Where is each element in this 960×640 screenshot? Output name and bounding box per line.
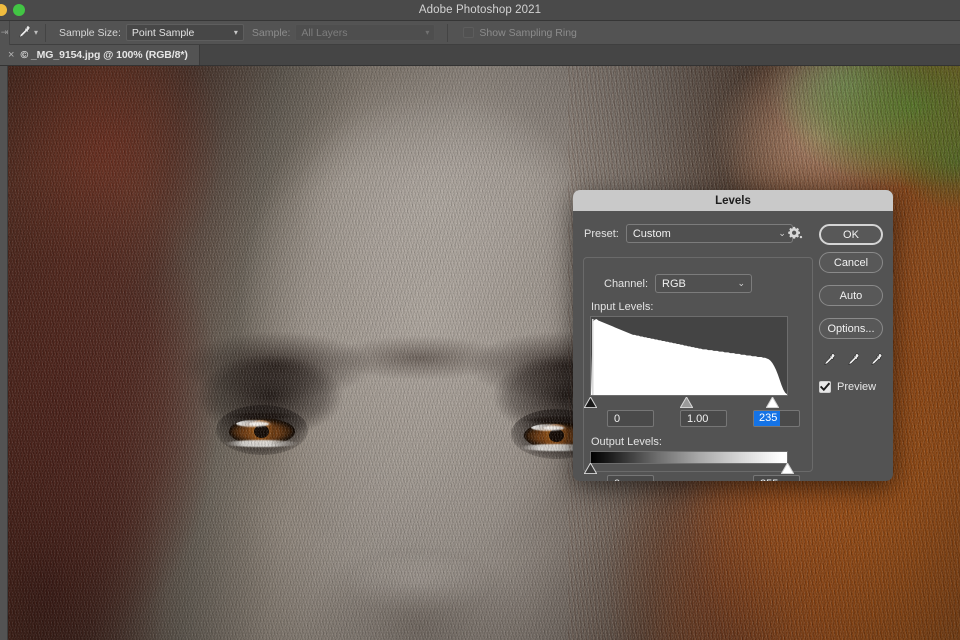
maximize-button[interactable] <box>13 4 25 16</box>
sample-select[interactable]: All Layers ▾ <box>295 24 436 41</box>
chevron-down-icon: ▾ <box>233 28 238 37</box>
window-title-bar: Adobe Photoshop 2021 <box>0 0 960 21</box>
document-tab-strip: × © _MG_9154.jpg @ 100% (RGB/8*) <box>0 45 960 66</box>
close-icon[interactable]: × <box>8 49 14 61</box>
chevron-down-icon: ⌄ <box>737 278 746 288</box>
histogram-plot <box>591 318 787 395</box>
input-highlight-field[interactable]: 235 <box>753 410 800 427</box>
sample-label: Sample: <box>251 26 291 39</box>
cancel-button-label: Cancel <box>833 256 869 269</box>
sample-size-select[interactable]: Point Sample ▾ <box>125 24 244 41</box>
output-highlight-handle[interactable] <box>781 463 794 474</box>
sample-size-label: Sample Size: <box>59 26 121 39</box>
active-tool-chip[interactable]: ▾ <box>14 25 40 40</box>
output-shadow-field[interactable]: 0 <box>607 475 654 481</box>
input-levels-label: Input Levels: <box>591 301 654 313</box>
levels-dialog-title-bar[interactable]: Levels <box>573 190 893 211</box>
set-gray-point-icon[interactable] <box>845 353 860 370</box>
minimize-button[interactable] <box>0 4 7 16</box>
input-shadow-value: 0 <box>614 412 621 425</box>
sample-size-value: Point Sample <box>131 26 195 39</box>
histogram[interactable] <box>590 316 788 396</box>
eyedropper-group <box>821 351 883 371</box>
output-highlight-field[interactable]: 255 <box>753 475 800 481</box>
chevron-down-icon: ⌄ <box>778 228 786 238</box>
preset-select[interactable]: Custom ⌄ <box>625 224 793 243</box>
auto-button-label: Auto <box>839 289 863 302</box>
window-controls[interactable] <box>0 4 25 16</box>
checkbox-box <box>819 381 831 393</box>
app-title: Adobe Photoshop 2021 <box>418 4 542 16</box>
input-midtone-field[interactable]: 1.00 <box>680 410 727 427</box>
options-bar-grip[interactable]: ⇥ <box>0 20 10 45</box>
show-sampling-ring-label: Show Sampling Ring <box>479 26 577 39</box>
channel-row: Channel: RGB ⌄ <box>600 274 757 293</box>
preset-row: Preset: Custom ⌄ <box>584 224 816 243</box>
input-highlight-handle[interactable] <box>766 397 779 408</box>
levels-dialog-title: Levels <box>715 194 751 207</box>
output-levels-label: Output Levels: <box>591 436 662 448</box>
checkmark-icon <box>820 382 830 392</box>
options-button-label: Options... <box>827 322 875 335</box>
chevron-down-icon: ▾ <box>425 28 430 37</box>
output-highlight-value: 255 <box>760 478 778 482</box>
set-white-point-icon[interactable] <box>868 353 883 370</box>
cancel-button[interactable]: Cancel <box>819 252 883 273</box>
input-shadow-field[interactable]: 0 <box>607 410 654 427</box>
ok-button-label: OK <box>843 228 859 241</box>
sample-value: All Layers <box>301 26 348 39</box>
set-black-point-icon[interactable] <box>821 353 836 370</box>
input-shadow-handle[interactable] <box>584 397 597 408</box>
show-sampling-ring-checkbox[interactable]: Show Sampling Ring <box>463 26 577 39</box>
preset-label: Preset: <box>584 227 619 240</box>
separator <box>45 23 47 42</box>
channel-select[interactable]: RGB ⌄ <box>655 274 753 293</box>
channel-value: RGB <box>662 277 686 290</box>
output-shadow-handle[interactable] <box>584 463 597 474</box>
tools-panel-edge[interactable] <box>0 66 8 640</box>
eyedropper-icon <box>19 25 31 38</box>
canvas-area[interactable]: Levels Preset: Custom ⌄ Channel: RGB ⌄ I… <box>0 66 960 640</box>
preview-label: Preview <box>837 381 877 393</box>
channel-label: Channel: <box>604 277 649 290</box>
input-midtone-handle[interactable] <box>680 397 693 408</box>
auto-button[interactable]: Auto <box>819 285 883 306</box>
ok-button[interactable]: OK <box>819 224 883 245</box>
input-levels-slider[interactable] <box>584 397 788 410</box>
separator <box>447 23 449 42</box>
gear-icon[interactable] <box>786 225 803 242</box>
document-tab[interactable]: × © _MG_9154.jpg @ 100% (RGB/8*) <box>0 45 200 65</box>
preset-value: Custom <box>632 227 671 240</box>
levels-dialog-body: Preset: Custom ⌄ Channel: RGB ⌄ Input Le… <box>573 211 893 481</box>
output-shadow-value: 0 <box>614 478 620 482</box>
input-highlight-value: 235 <box>754 411 781 426</box>
levels-dialog[interactable]: Levels Preset: Custom ⌄ Channel: RGB ⌄ I… <box>573 190 893 481</box>
input-midtone-value: 1.00 <box>687 412 709 425</box>
checkbox-box <box>463 27 475 38</box>
preview-checkbox[interactable]: Preview <box>819 381 876 393</box>
options-button[interactable]: Options... <box>819 318 883 339</box>
options-bar: ⇥ ▾ Sample Size: Point Sample ▾ Sample: … <box>0 20 960 45</box>
chevron-down-icon[interactable]: ▾ <box>34 28 38 37</box>
document-tab-title: © _MG_9154.jpg @ 100% (RGB/8*) <box>20 49 188 61</box>
